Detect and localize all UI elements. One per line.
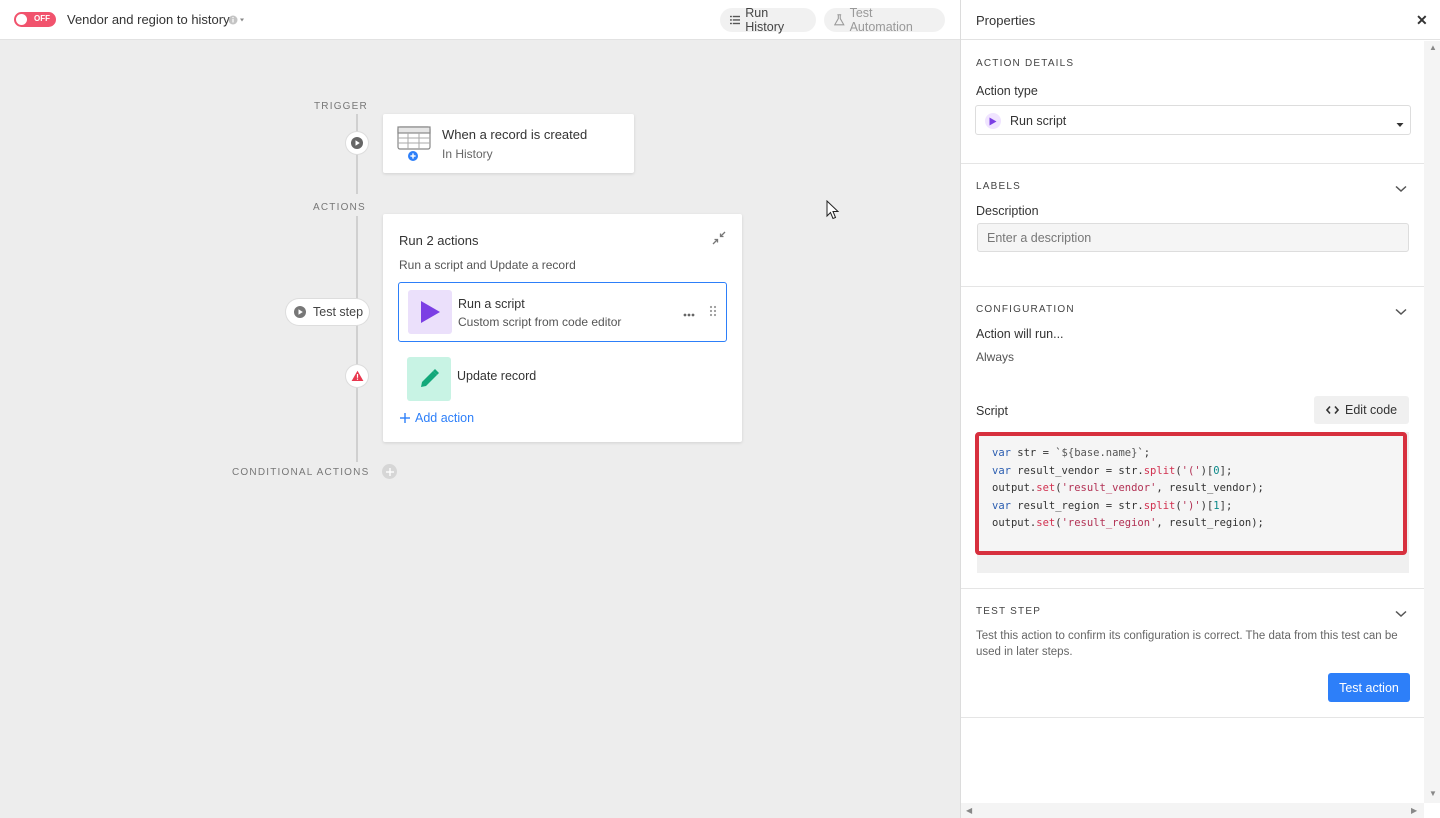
code-icon: [1326, 405, 1339, 415]
scroll-left-icon[interactable]: ◀: [966, 806, 972, 815]
step-run-script[interactable]: Run a script Custom script from code edi…: [398, 282, 727, 342]
run-history-button[interactable]: Run History: [720, 6, 816, 34]
scroll-right-icon[interactable]: ▶: [1411, 806, 1417, 815]
labels-heading: LABELS: [976, 181, 1022, 192]
toggle-knob: [16, 14, 27, 25]
conditional-actions-label: CONDITIONAL ACTIONS: [232, 467, 370, 478]
step-update-record[interactable]: Update record: [398, 350, 727, 410]
step-subtitle: Custom script from code editor: [458, 315, 622, 329]
collapse-icon[interactable]: [712, 231, 726, 248]
actions-group-card[interactable]: Run 2 actions Run a script and Update a …: [383, 214, 742, 442]
script-code-block[interactable]: var str = `${base.name}`; var result_ven…: [975, 432, 1407, 555]
actions-group-subtitle: Run a script and Update a record: [399, 258, 576, 272]
horizontal-scrollbar[interactable]: ◀ ▶: [961, 803, 1424, 818]
edit-code-label: Edit code: [1345, 403, 1398, 417]
caret-down-icon: [1396, 116, 1404, 131]
add-action-label: Add action: [415, 411, 475, 425]
test-automation-label: Test Automation: [849, 6, 913, 34]
chevron-down-icon[interactable]: [1395, 304, 1407, 319]
chevron-down-icon[interactable]: [1395, 181, 1407, 196]
scroll-up-icon[interactable]: ▲: [1429, 43, 1437, 52]
timeline-line: [356, 114, 358, 194]
trigger-title: When a record is created: [442, 127, 588, 142]
play-circle-icon: [351, 137, 363, 149]
trigger-section-label: TRIGGER: [314, 101, 368, 112]
trigger-card[interactable]: When a record is created In History: [383, 114, 634, 173]
trigger-subtitle: In History: [442, 147, 493, 161]
play-circle-icon: [294, 306, 306, 318]
vertical-scrollbar[interactable]: ▲ ▼: [1424, 41, 1440, 803]
toggle-label: OFF: [34, 14, 50, 23]
divider: [961, 588, 1424, 589]
properties-header: Properties ✕: [961, 0, 1440, 40]
test-step-button[interactable]: Test step: [286, 299, 369, 325]
timeline-line: [356, 216, 358, 462]
plus-icon: [400, 413, 410, 423]
plus-icon: [385, 467, 394, 476]
list-icon: [730, 15, 741, 25]
test-action-button[interactable]: Test action: [1328, 673, 1410, 702]
test-step-heading: TEST STEP: [976, 606, 1042, 617]
warning-icon: [351, 370, 363, 381]
action-type-value: Run script: [1010, 114, 1067, 128]
automation-toggle[interactable]: OFF: [14, 12, 56, 27]
divider: [961, 286, 1424, 287]
run-script-icon: [408, 290, 452, 334]
trigger-node[interactable]: [346, 132, 368, 154]
description-label: Description: [976, 204, 1039, 218]
run-history-label: Run History: [745, 6, 785, 34]
edit-code-button[interactable]: Edit code: [1314, 396, 1409, 424]
test-step-label: Test step: [313, 305, 364, 319]
chevron-down-icon[interactable]: [1395, 606, 1407, 621]
mouse-cursor-icon: [826, 199, 840, 223]
run-condition-value: Always: [976, 350, 1015, 364]
info-icon[interactable]: [227, 13, 247, 27]
divider: [961, 163, 1424, 164]
description-input[interactable]: [977, 223, 1409, 252]
script-code: var str = `${base.name}`; var result_ven…: [992, 447, 1264, 529]
properties-panel: Properties ✕ ACTION DETAILS Action type …: [960, 0, 1440, 818]
add-conditional-button[interactable]: [382, 464, 397, 479]
automation-topbar: OFF Vendor and region to history Run His…: [0, 0, 960, 40]
actions-group-title: Run 2 actions: [399, 233, 479, 248]
scroll-down-icon[interactable]: ▼: [1429, 789, 1437, 798]
step-title: Run a script: [458, 297, 525, 311]
table-icon: [397, 126, 431, 165]
flask-icon: [834, 14, 845, 26]
more-options-icon[interactable]: [683, 305, 695, 320]
warning-node[interactable]: [346, 365, 368, 387]
run-script-icon: [985, 113, 1001, 129]
pencil-icon: [407, 357, 451, 401]
action-type-select[interactable]: Run script: [975, 105, 1411, 135]
test-automation-button[interactable]: Test Automation: [824, 6, 945, 34]
add-action-button[interactable]: Add action: [400, 411, 474, 425]
configuration-heading: CONFIGURATION: [976, 304, 1075, 315]
drag-handle-icon[interactable]: [709, 305, 717, 320]
panel-title: Properties: [976, 13, 1036, 28]
action-details-heading: ACTION DETAILS: [976, 58, 1075, 69]
divider: [961, 717, 1424, 718]
actions-section-label: ACTIONS: [313, 202, 366, 213]
script-label: Script: [976, 404, 1008, 418]
close-icon[interactable]: ✕: [1416, 12, 1428, 29]
action-will-run-label: Action will run...: [976, 327, 1064, 341]
step-title: Update record: [457, 369, 537, 383]
test-step-description: Test this action to confirm its configur…: [976, 630, 1398, 658]
automation-title[interactable]: Vendor and region to history: [67, 12, 230, 27]
action-type-label: Action type: [976, 84, 1038, 98]
